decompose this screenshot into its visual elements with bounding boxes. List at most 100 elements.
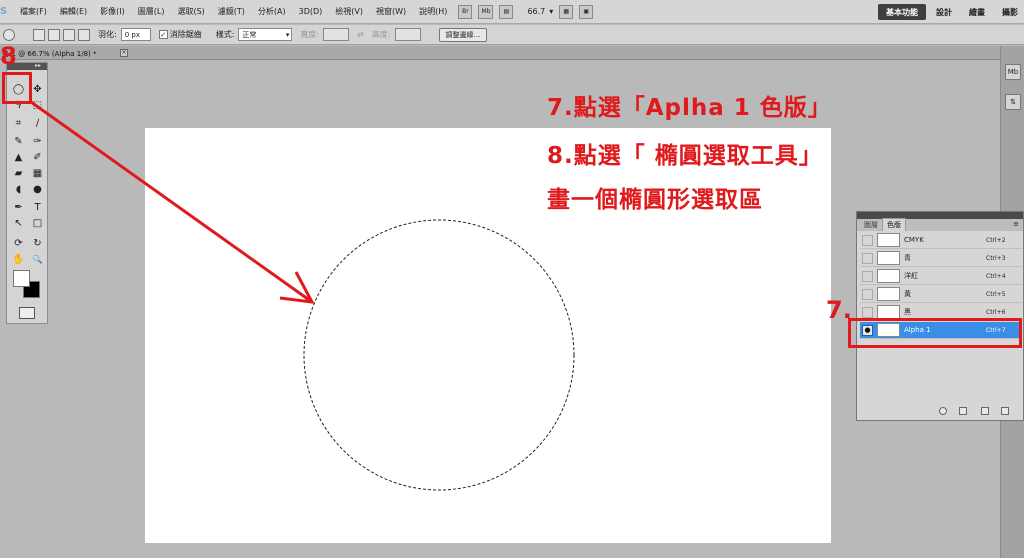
blur-tool-icon[interactable]: ◖ [11, 183, 26, 197]
antialias-checkbox[interactable]: ✓ [158, 30, 168, 39]
3d-rotate-tool-icon[interactable]: ⟳ [11, 237, 26, 251]
eye-icon[interactable] [862, 252, 873, 264]
annotation-step-8: 8.點選「 橢圓選取工具」 [547, 143, 823, 169]
feather-label: 羽化: [98, 30, 117, 39]
zoom-tool-icon[interactable]: 🔍 [30, 253, 45, 267]
workspace-essentials[interactable]: 基本功能 [878, 4, 926, 20]
channels-panel: 圖層 色版 ≡ CMYK Ctrl+2 青 Ctrl+3 洋紅 Ctrl+4 黃… [856, 211, 1024, 421]
trash-icon[interactable] [1001, 407, 1009, 415]
channel-name: 黃 [904, 290, 911, 298]
chevron-down-icon: ▾ [285, 30, 290, 39]
history-brush-tool-icon[interactable]: ✐ [30, 151, 45, 165]
type-tool-icon[interactable]: T [30, 201, 45, 215]
menu-filter[interactable]: 濾鏡(T) [218, 6, 245, 17]
arrange-documents-button[interactable]: ▦ [559, 4, 574, 19]
ellipse-tool-preset-icon[interactable] [3, 28, 15, 41]
annotation-step-7: 7.點選「Aplha 1 色版」 [547, 95, 832, 121]
channel-shortcut: Ctrl+4 [986, 272, 1006, 280]
channel-thumbnail [877, 233, 900, 247]
add-selection-icon[interactable] [48, 28, 60, 41]
feather-input[interactable]: 0 px [120, 28, 151, 41]
gradient-tool-icon[interactable]: ▦ [30, 167, 45, 181]
new-selection-icon[interactable] [33, 28, 45, 41]
hand-tool-icon[interactable]: ✋ [11, 253, 26, 267]
menu-3d[interactable]: 3D(D) [299, 7, 323, 16]
subtract-selection-icon[interactable] [63, 28, 75, 41]
load-selection-icon[interactable] [939, 407, 947, 415]
channel-row-cmyk[interactable]: CMYK Ctrl+2 [860, 232, 1022, 249]
screen-mode-button[interactable]: ▣ [579, 4, 594, 19]
channel-thumbnail [877, 251, 900, 265]
workspace-photography[interactable]: 攝影 [996, 4, 1024, 20]
zoom-level[interactable]: 66.7 ▾ [527, 7, 553, 16]
channel-shortcut: Ctrl+3 [986, 254, 1006, 262]
tab-channels[interactable]: 色版 [882, 218, 906, 231]
foreground-color-swatch[interactable] [13, 270, 30, 287]
width-input[interactable] [323, 28, 350, 41]
bridge-button[interactable]: Br [458, 4, 473, 19]
eye-icon[interactable] [862, 270, 873, 282]
mini-bridge-dock-button[interactable]: Mb [1005, 64, 1021, 80]
pen-tool-icon[interactable]: ✒ [11, 201, 26, 215]
view-extras-button[interactable]: ▤ [499, 4, 514, 19]
annotation-draw-ellipse: 畫一個橢圓形選取區 [547, 187, 763, 213]
style-label: 樣式: [215, 30, 235, 39]
character-dock-button[interactable]: ⇅ [1005, 94, 1021, 110]
close-icon[interactable]: × [120, 49, 128, 57]
workspace-design[interactable]: 設計 [930, 4, 958, 20]
channel-row-magenta[interactable]: 洋紅 Ctrl+4 [860, 268, 1022, 285]
healing-brush-tool-icon[interactable]: ✎ [11, 135, 26, 149]
height-input[interactable] [394, 28, 421, 41]
quick-mask-button[interactable] [19, 307, 35, 319]
path-selection-tool-icon[interactable]: ↖ [11, 217, 26, 231]
chevron-down-icon: ▾ [549, 7, 554, 16]
channel-name: 青 [904, 254, 911, 262]
tab-layers[interactable]: 圖層 [860, 219, 882, 231]
eye-icon[interactable] [862, 234, 873, 246]
menu-edit[interactable]: 編輯(E) [60, 6, 87, 17]
zoom-value: 66.7 [527, 7, 546, 16]
brush-tool-icon[interactable]: ✑ [30, 135, 45, 149]
clone-stamp-tool-icon[interactable]: ▲ [11, 151, 26, 165]
intersect-selection-icon[interactable] [78, 28, 90, 41]
menu-file[interactable]: 檔案(F) [20, 6, 47, 17]
channel-row-cyan[interactable]: 青 Ctrl+3 [860, 250, 1022, 267]
menu-select[interactable]: 選取(S) [177, 6, 204, 17]
move-tool-icon[interactable]: ✥ [30, 83, 45, 97]
app-logo: S [0, 6, 8, 17]
height-label: 高度: [371, 30, 391, 39]
save-selection-icon[interactable] [959, 407, 967, 415]
panel-tabs: 圖層 色版 [857, 218, 1023, 231]
eye-icon[interactable] [862, 306, 873, 318]
workspace-painting[interactable]: 繪畫 [962, 4, 992, 20]
swap-icon: ⇄ [357, 30, 364, 39]
menu-help[interactable]: 說明(H) [419, 6, 447, 17]
crop-tool-icon[interactable]: ⌗ [11, 117, 26, 131]
menu-view[interactable]: 檢視(V) [335, 6, 363, 17]
channel-row-yellow[interactable]: 黃 Ctrl+5 [860, 286, 1022, 303]
menu-bar: S 檔案(F) 編輯(E) 影像(I) 圖層(L) 選取(S) 濾鏡(T) 分析… [0, 0, 1024, 24]
eye-icon[interactable] [862, 288, 873, 300]
menu-layer[interactable]: 圖層(L) [138, 6, 165, 17]
highlight-alpha-channel [848, 318, 1022, 348]
mini-bridge-button[interactable]: Mb [478, 4, 494, 19]
menu-window[interactable]: 視窗(W) [376, 6, 406, 17]
channel-shortcut: Ctrl+6 [986, 308, 1006, 316]
menu-image[interactable]: 影像(I) [100, 6, 125, 17]
eyedropper-tool-icon[interactable]: ∕ [30, 117, 45, 131]
collapse-icon[interactable]: ▸▸ [35, 62, 41, 69]
menu-analysis[interactable]: 分析(A) [258, 6, 286, 17]
panel-menu-icon[interactable]: ≡ [1013, 220, 1019, 228]
refine-edge-button[interactable]: 調整邊緣... [438, 27, 488, 42]
rectangle-tool-icon[interactable]: □ [30, 217, 45, 231]
new-channel-icon[interactable] [981, 407, 989, 415]
quick-selection-tool-icon[interactable]: ⬚ [30, 99, 45, 113]
style-select[interactable]: 正常 ▾ [238, 28, 293, 41]
eraser-tool-icon[interactable]: ▰ [11, 167, 26, 181]
dodge-tool-icon[interactable]: ● [30, 183, 45, 197]
channel-name: 洋紅 [904, 272, 918, 280]
channel-thumbnail [877, 287, 900, 301]
3d-orbit-tool-icon[interactable]: ↻ [30, 237, 45, 251]
document-tab-bar: 名-1 @ 66.7% (Alpha 1/8) * × [0, 46, 1000, 60]
channel-shortcut: Ctrl+5 [986, 290, 1006, 298]
